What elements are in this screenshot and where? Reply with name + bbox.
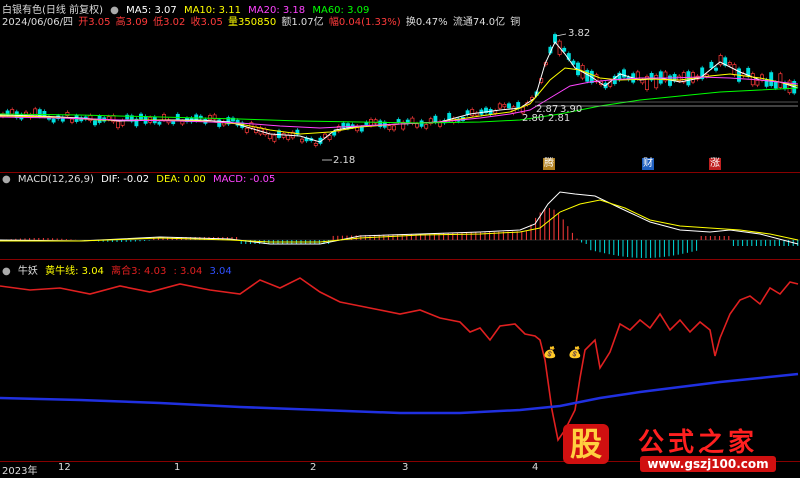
price-low-label: 2.18 — [333, 155, 356, 166]
candle-body — [401, 121, 406, 130]
candle-body — [433, 115, 438, 123]
candle-body — [727, 62, 732, 66]
candle-body — [424, 124, 429, 129]
candle-body — [714, 67, 718, 71]
candle-body — [392, 125, 396, 131]
candle-body — [497, 103, 502, 109]
candle-body — [175, 113, 180, 120]
price-high-label: 3.82 — [568, 28, 591, 39]
macd-header: ● MACD(12,26,9) DIF: -0.02 DEA: 0.00 MAC… — [2, 174, 279, 185]
candle-body — [654, 75, 659, 89]
candle-body — [208, 115, 212, 120]
candle-body — [562, 47, 567, 52]
candle-body — [313, 142, 318, 146]
candle-body — [419, 120, 424, 127]
event-cai-badge[interactable]: 财 — [642, 158, 654, 170]
event-teng-badge[interactable]: 腾 — [543, 158, 555, 170]
axis-label-1: 1 — [174, 462, 181, 473]
candle-body — [364, 122, 369, 125]
axis-label-4: 4 — [532, 462, 539, 473]
candle-body — [769, 72, 774, 87]
candle-body — [387, 125, 392, 130]
candle-body — [470, 109, 475, 116]
candle-body — [778, 73, 783, 88]
candle-body — [180, 120, 185, 125]
macd-dif: DIF: -0.02 — [101, 174, 150, 185]
candle-body — [415, 123, 419, 128]
candle-body — [272, 134, 277, 142]
watermark-url: www.gszj100.com — [640, 456, 776, 472]
candle-body — [37, 109, 42, 117]
candle-body — [396, 119, 401, 123]
candle-body — [755, 79, 760, 86]
high-pointer — [555, 33, 567, 37]
money-bag-icon: 💰 — [543, 346, 557, 359]
money-bag-icon-2: 💰 — [568, 346, 582, 359]
macd-chart[interactable] — [0, 186, 800, 258]
candle-body — [106, 116, 111, 120]
candle-body — [300, 138, 304, 143]
watermark-title: 公式之家 — [638, 428, 759, 458]
candle-body — [171, 121, 176, 125]
price-label-281: 2.81 — [548, 113, 571, 124]
candle-body — [327, 135, 332, 140]
candle-body — [658, 71, 663, 84]
macd-dea-line — [0, 199, 799, 243]
axis-label-3: 3 — [402, 462, 409, 473]
ma60-line — [0, 87, 799, 124]
candle-body — [502, 103, 507, 108]
axis-label-2023: 2023年 — [2, 466, 38, 477]
panel-divider — [0, 172, 800, 173]
candle-body — [760, 74, 764, 81]
macd-dea: DEA: 0.00 — [156, 174, 206, 185]
event-zhang-badge[interactable]: 涨 — [709, 158, 721, 170]
candle-body — [116, 121, 120, 129]
candle-body — [42, 111, 47, 117]
price-chart[interactable] — [0, 24, 800, 172]
candle-body — [51, 118, 56, 123]
candle-body — [773, 81, 778, 89]
price-label-280: 2.80 — [522, 113, 545, 124]
panel-divider-2 — [0, 259, 800, 260]
candle-body — [359, 126, 364, 132]
macd-menu-icon[interactable]: ● — [2, 174, 11, 185]
axis-label-12: 12 — [58, 462, 71, 473]
candle-body — [157, 121, 162, 125]
axis-label-2: 2 — [310, 462, 317, 473]
niuyao-blue-line — [0, 372, 799, 415]
macd-macd: MACD: -0.05 — [212, 174, 276, 185]
candle-body — [622, 69, 626, 78]
candle-body — [244, 127, 249, 133]
niuyao-red-line — [0, 277, 799, 442]
candle-body — [70, 118, 74, 123]
macd-title[interactable]: MACD(12,26,9) — [18, 174, 94, 185]
candle-body — [709, 61, 714, 69]
candle-body — [93, 120, 97, 126]
watermark-gu-logo: 股 — [563, 424, 609, 464]
candle-body — [507, 103, 511, 109]
candle-body — [267, 133, 272, 139]
